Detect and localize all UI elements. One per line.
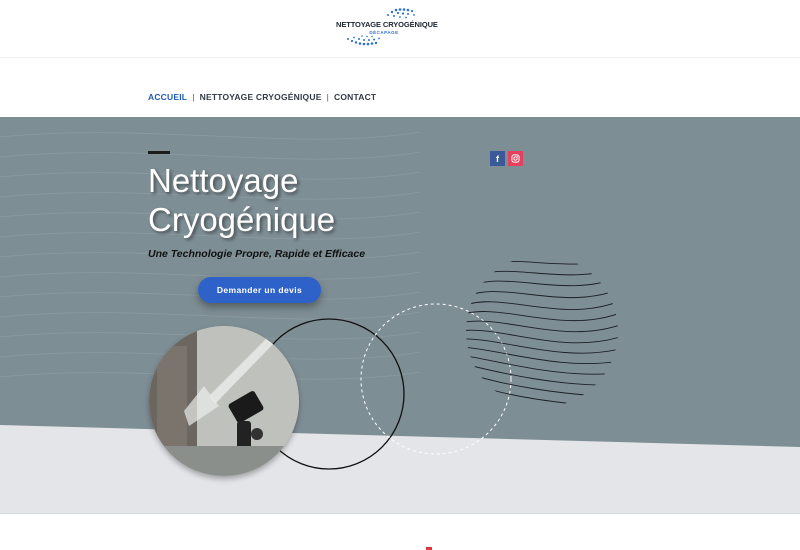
instagram-glyph-icon	[511, 154, 520, 163]
title-accent-line	[148, 151, 170, 154]
next-section-edge	[0, 513, 800, 550]
nav-item-contact[interactable]: CONTACT	[334, 92, 376, 102]
nav-separator: |	[326, 92, 329, 102]
hero-title: Nettoyage Cryogénique	[148, 162, 336, 238]
nav-item-accueil[interactable]: ACCUEIL	[148, 92, 187, 102]
nav-separator: |	[192, 92, 195, 102]
nav-item-nettoyage-cryogenique[interactable]: NETTOYAGE CRYOGÉNIQUE	[200, 92, 322, 102]
facebook-icon[interactable]: f	[490, 151, 505, 166]
main-nav: ACCUEIL | NETTOYAGE CRYOGÉNIQUE | CONTAC…	[148, 92, 376, 102]
instagram-icon[interactable]	[508, 151, 523, 166]
cleaning-gun-image	[149, 326, 299, 476]
facebook-glyph: f	[496, 153, 499, 164]
cryogenic-cleaning-photo	[149, 326, 299, 476]
logo-wordmark: NETTOYAGE CRYOGÉNIQUE	[336, 20, 438, 29]
nav-bar	[0, 58, 800, 117]
logo-tagline: DÉCAPAGE	[369, 30, 399, 35]
site-logo[interactable]: NETTOYAGE CRYOGÉNIQUE DÉCAPAGE	[336, 6, 438, 50]
request-quote-button[interactable]: Demander un devis	[198, 277, 321, 303]
hero-subtitle: Une Technologie Propre, Rapide et Effica…	[148, 248, 366, 260]
site-header: NETTOYAGE CRYOGÉNIQUE DÉCAPAGE	[0, 0, 800, 58]
